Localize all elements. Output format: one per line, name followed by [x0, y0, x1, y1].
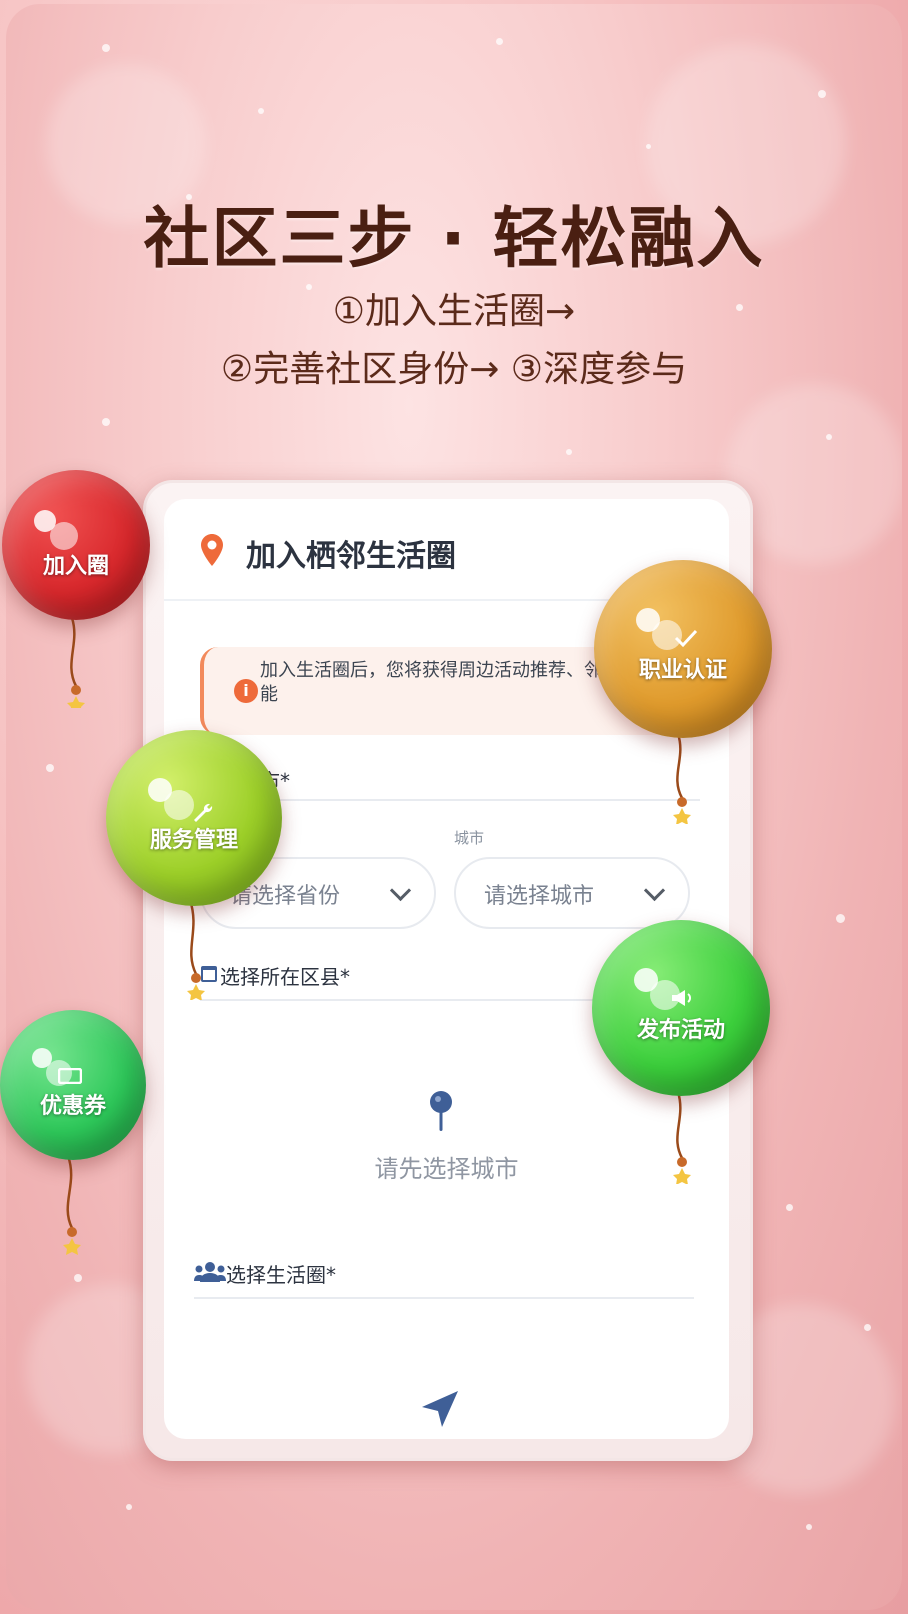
ticket-icon [58, 1068, 82, 1084]
city-label: 城市 [454, 829, 485, 847]
chevron-down-icon [643, 879, 666, 902]
balloon-string [673, 734, 691, 824]
megaphone-icon [672, 990, 691, 1006]
chevron-down-icon [389, 879, 412, 902]
city-select[interactable]: 请选择城市 [454, 857, 690, 929]
sparkle [46, 764, 54, 772]
balloon-string [673, 1092, 691, 1184]
map-marker-icon [430, 1091, 452, 1131]
district-label: 选择所在区县* [220, 965, 350, 989]
career-certification-balloon[interactable]: 职业认证 [594, 560, 772, 738]
balloon-string [63, 1156, 81, 1255]
location-pin-icon [201, 534, 223, 566]
sparkle [646, 144, 651, 149]
checkmark-icon [674, 629, 698, 648]
balloon-highlight [50, 522, 78, 550]
sparkle [826, 434, 832, 440]
page-headline: 社区三步 · 轻松融入 [143, 200, 765, 277]
coupon-balloon[interactable]: 优惠券 [0, 1010, 146, 1160]
step-line-1: ①加入生活圈→ [332, 291, 576, 332]
card-title: 加入栖邻生活圈 [246, 539, 456, 574]
balloon-label: 优惠券 [39, 1094, 106, 1119]
navigation-arrow-icon[interactable] [418, 1387, 462, 1431]
balloon-string [187, 900, 205, 1000]
balloon-label: 加入圈 [42, 554, 109, 579]
step-line-2: ②完善社区身份→ ③深度参与 [220, 349, 688, 390]
circle-label: 选择生活圈* [226, 1263, 336, 1287]
sparkle [818, 90, 826, 98]
users-group-icon [194, 1262, 226, 1282]
divider [194, 1297, 694, 1299]
city-placeholder: 请选择城市 [484, 884, 595, 909]
balloon-label: 职业认证 [638, 658, 727, 683]
sparkle [102, 418, 110, 426]
sparkle [126, 1504, 132, 1510]
join-circle-balloon[interactable]: 加入圈 [2, 470, 150, 620]
service-management-balloon[interactable]: 服务管理 [106, 730, 282, 906]
sparkle [566, 449, 572, 455]
balloon-string [67, 618, 85, 708]
empty-state-text: 请先选择城市 [374, 1155, 519, 1183]
sparkle [496, 38, 503, 45]
balloon-label: 发布活动 [636, 1018, 725, 1043]
sparkle [806, 1524, 812, 1530]
wrench-icon [194, 803, 213, 822]
sparkle [836, 914, 845, 923]
sparkle [74, 1274, 82, 1282]
publish-activity-balloon[interactable]: 发布活动 [592, 920, 770, 1096]
sparkle [102, 44, 110, 52]
sparkle [786, 1204, 793, 1211]
info-icon: i [234, 679, 258, 703]
sparkle [864, 1324, 871, 1331]
sparkle [258, 108, 264, 114]
balloon-label: 服务管理 [149, 828, 238, 853]
